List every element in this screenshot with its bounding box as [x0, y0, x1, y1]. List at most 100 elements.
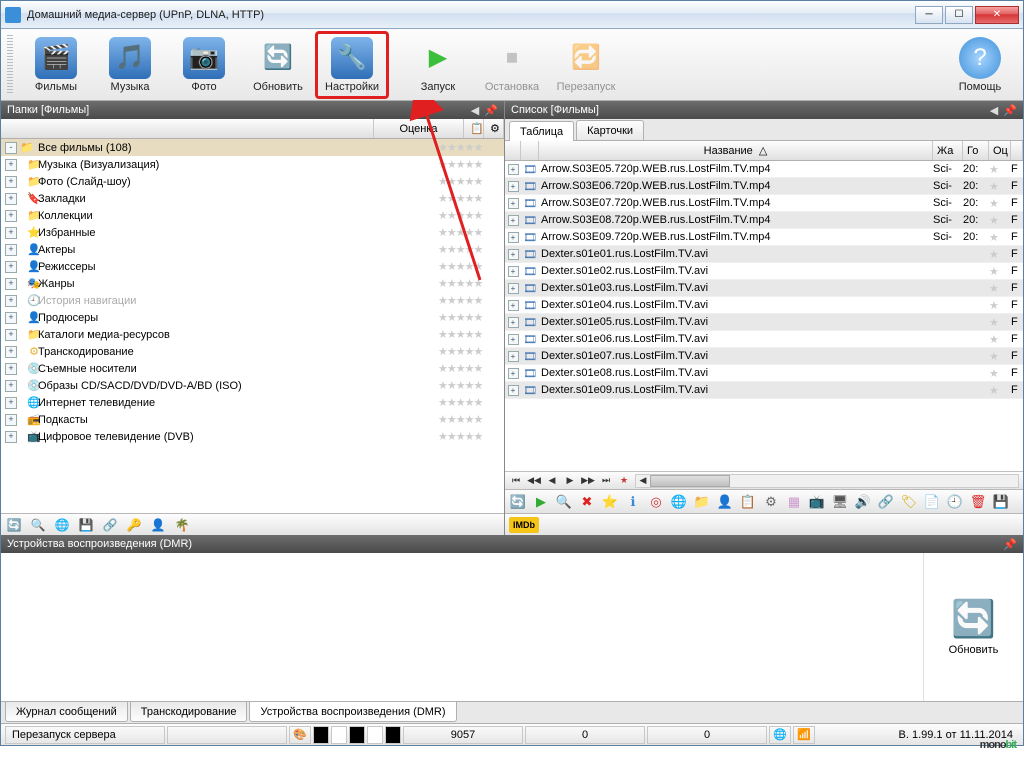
user-icon[interactable]: 👤 — [149, 516, 167, 534]
expand-icon[interactable]: + — [508, 317, 519, 328]
tab-transcode[interactable]: Транскодирование — [130, 702, 248, 722]
screen-icon[interactable]: 🖥 — [831, 493, 849, 511]
expand-icon[interactable]: + — [5, 159, 17, 171]
tree-row[interactable]: + ⭐ Избранные ★★★★★ — [1, 224, 504, 241]
file-rating[interactable]: ★ — [989, 282, 1011, 295]
file-rating[interactable]: ★ — [989, 384, 1011, 397]
nav-next-page-icon[interactable]: ▶▶ — [581, 474, 595, 488]
list-icon[interactable]: 📄 — [923, 493, 941, 511]
file-rating[interactable]: ★ — [989, 265, 1011, 278]
close-button[interactable]: ✕ — [975, 6, 1019, 24]
tree-row[interactable]: + 📻 Подкасты ★★★★★ — [1, 411, 504, 428]
column-icon2[interactable]: ⚙ — [484, 119, 504, 138]
expand-icon[interactable]: + — [508, 266, 519, 277]
link-action-icon[interactable]: 🔗 — [877, 493, 895, 511]
save-icon[interactable]: 💾 — [77, 516, 95, 534]
expand-icon[interactable]: + — [5, 261, 17, 273]
tree-row[interactable]: + 📁 Фото (Слайд-шоу) ★★★★★ — [1, 173, 504, 190]
rating-stars[interactable]: ★★★★★ — [438, 277, 504, 290]
table-row[interactable]: + 🎞 Dexter.s01e07.rus.LostFilm.TV.avi ★ … — [505, 348, 1023, 365]
tree-row[interactable]: + 📺 Цифровое телевидение (DVB) ★★★★★ — [1, 428, 504, 445]
expand-icon[interactable]: + — [5, 227, 17, 239]
tab-log[interactable]: Журнал сообщений — [5, 702, 128, 722]
year-column[interactable]: Го — [963, 141, 989, 160]
genre-column[interactable]: Жа — [933, 141, 963, 160]
start-button[interactable]: ▶ Запуск — [401, 31, 475, 99]
play-icon[interactable]: ▶ — [532, 493, 550, 511]
tree-row[interactable]: + 👤 Режиссеры ★★★★★ — [1, 258, 504, 275]
table-row[interactable]: + 🎞 Dexter.s01e08.rus.LostFilm.TV.avi ★ … — [505, 365, 1023, 382]
toolbar-grip[interactable] — [7, 35, 13, 95]
rating-stars[interactable]: ★★★★★ — [438, 260, 504, 273]
folder-action-icon[interactable]: 📁 — [693, 493, 711, 511]
info-icon[interactable]: ℹ — [624, 493, 642, 511]
maximize-button[interactable]: ☐ — [945, 6, 973, 24]
music-button[interactable]: 🎵 Музыка — [93, 31, 167, 99]
expand-icon[interactable]: + — [508, 232, 519, 243]
tree-row[interactable]: + 📁 Каталоги медиа-ресурсов ★★★★★ — [1, 326, 504, 343]
horizontal-scrollbar[interactable]: ◀ — [635, 474, 1019, 488]
nav-first-icon[interactable]: ⏮ — [509, 474, 523, 488]
restart-button[interactable]: 🔁 Перезапуск — [549, 31, 623, 99]
flag-icon[interactable]: 🌐 — [769, 726, 791, 744]
trash-icon[interactable]: 🗑 — [969, 493, 987, 511]
color-swatch[interactable] — [349, 726, 365, 744]
tree-row[interactable]: + 🌐 Интернет телевидение ★★★★★ — [1, 394, 504, 411]
tree-row[interactable]: + 🔖 Закладки ★★★★★ — [1, 190, 504, 207]
column-icon[interactable]: 📋 — [464, 119, 484, 138]
tag-icon[interactable]: 🏷 — [900, 493, 918, 511]
expand-icon[interactable]: + — [508, 198, 519, 209]
search-action-icon[interactable]: 🔍 — [555, 493, 573, 511]
rating-stars[interactable]: ★★★★★ — [438, 396, 504, 409]
color-swatch[interactable] — [385, 726, 401, 744]
settings-button[interactable]: 🔧 Настройки — [315, 31, 389, 99]
nav-last-icon[interactable]: ⏭ — [599, 474, 613, 488]
tab-table[interactable]: Таблица — [509, 121, 574, 141]
clock-icon[interactable]: 🕘 — [946, 493, 964, 511]
table-row[interactable]: + 🎞 Arrow.S03E08.720p.WEB.rus.LostFilm.T… — [505, 212, 1023, 229]
tree-row[interactable]: - 📁 Все фильмы (108) ★★★★★ — [1, 139, 504, 156]
rating-stars[interactable]: ★★★★★ — [438, 209, 504, 222]
dmr-list[interactable] — [1, 553, 923, 701]
refresh-small-icon[interactable]: 🔄 — [5, 516, 23, 534]
rating-stars[interactable]: ★★★★★ — [438, 243, 504, 256]
refresh-button[interactable]: 🔄 Обновить — [241, 31, 315, 99]
table-row[interactable]: + 🎞 Dexter.s01e04.rus.LostFilm.TV.avi ★ … — [505, 297, 1023, 314]
table-row[interactable]: + 🎞 Arrow.S03E06.720p.WEB.rus.LostFilm.T… — [505, 178, 1023, 195]
tab-cards[interactable]: Карточки — [576, 120, 644, 140]
tree-row[interactable]: + 📁 Коллекции ★★★★★ — [1, 207, 504, 224]
file-rating[interactable]: ★ — [989, 197, 1011, 210]
expand-icon[interactable]: + — [5, 244, 17, 256]
table-row[interactable]: + 🎞 Dexter.s01e05.rus.LostFilm.TV.avi ★ … — [505, 314, 1023, 331]
photo-button[interactable]: 📷 Фото — [167, 31, 241, 99]
rating-stars[interactable]: ★★★★★ — [438, 294, 504, 307]
help-button[interactable]: ? Помощь — [943, 31, 1017, 99]
rating-stars[interactable]: ★★★★★ — [438, 379, 504, 392]
expand-icon[interactable]: + — [508, 283, 519, 294]
layers-icon[interactable]: ▦ — [785, 493, 803, 511]
expand-icon[interactable]: + — [508, 181, 519, 192]
rating-stars[interactable]: ★★★★★ — [438, 192, 504, 205]
expand-icon[interactable]: - — [5, 142, 17, 154]
search-icon[interactable]: 🔍 — [29, 516, 47, 534]
sound-icon[interactable]: 🔊 — [854, 493, 872, 511]
table-row[interactable]: + 🎞 Dexter.s01e06.rus.LostFilm.TV.avi ★ … — [505, 331, 1023, 348]
expand-icon[interactable]: + — [5, 278, 17, 290]
rating-stars[interactable]: ★★★★★ — [438, 362, 504, 375]
panel-pin-icon[interactable]: 📌 — [1003, 103, 1017, 117]
net-icon[interactable]: 📶 — [793, 726, 815, 744]
tree-row[interactable]: + 📁 Музыка (Визуализация) ★★★★★ — [1, 156, 504, 173]
tree-row[interactable]: + 💿 Образы CD/SACD/DVD/DVD-A/BD (ISO) ★★… — [1, 377, 504, 394]
expand-icon[interactable]: + — [508, 215, 519, 226]
fav-icon[interactable]: ⭐ — [601, 493, 619, 511]
rating-stars[interactable]: ★★★★★ — [438, 430, 504, 443]
tree-row[interactable]: + ⚙ Транскодирование ★★★★★ — [1, 343, 504, 360]
expand-icon[interactable]: + — [508, 300, 519, 311]
expand-icon[interactable]: + — [5, 193, 17, 205]
refresh-action-icon[interactable]: 🔄 — [509, 493, 527, 511]
panel-collapse-icon[interactable]: ◀ — [468, 103, 482, 117]
table-row[interactable]: + 🎞 Arrow.S03E05.720p.WEB.rus.LostFilm.T… — [505, 161, 1023, 178]
table-row[interactable]: + 🎞 Dexter.s01e03.rus.LostFilm.TV.avi ★ … — [505, 280, 1023, 297]
expand-icon[interactable]: + — [5, 329, 17, 341]
rating-column[interactable]: Оценка — [374, 119, 464, 138]
